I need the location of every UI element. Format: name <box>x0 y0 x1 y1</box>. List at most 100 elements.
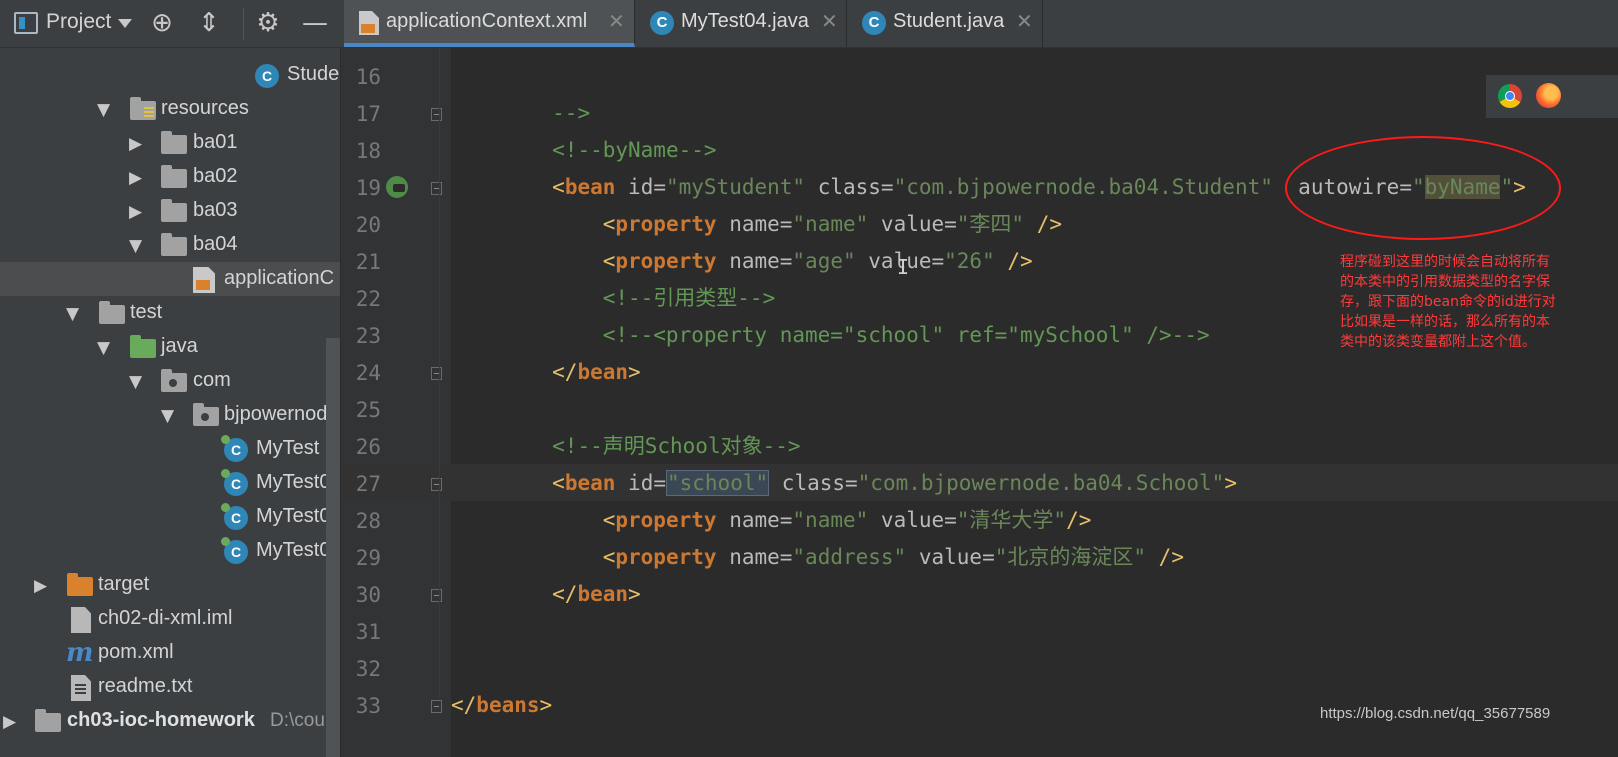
chevron-down-icon[interactable]: ▼ <box>97 338 110 358</box>
chevron-right-icon[interactable]: ▶ <box>129 202 142 222</box>
fold-marker[interactable] <box>431 108 442 121</box>
tree-item-label: ch02-di-xml.iml <box>98 607 233 629</box>
module-folder-icon <box>35 709 61 732</box>
chevron-down-icon[interactable]: ▼ <box>129 236 142 256</box>
tree-item-target[interactable]: ▶ target <box>0 568 340 602</box>
tree-item-ba03[interactable]: ▶ ba03 <box>0 194 340 228</box>
fold-marker[interactable] <box>431 367 442 380</box>
tab-label: Student.java <box>893 10 1005 32</box>
tree-item-iml[interactable]: ch02-di-xml.iml <box>0 602 340 636</box>
line-number: 31 <box>355 620 381 644</box>
xml-value: "李四" <box>956 212 1025 236</box>
tree-item-ba02[interactable]: ▶ ba02 <box>0 160 340 194</box>
xml-value: "com.bjpowernode.ba04.School" <box>857 471 1225 495</box>
chrome-icon[interactable] <box>1498 84 1522 108</box>
tab-mytest04-java[interactable]: C MyTest04.java ✕ <box>636 0 847 47</box>
locate-icon[interactable]: ⊕ <box>147 8 177 38</box>
line-number: 22 <box>355 287 381 311</box>
chevron-down-icon[interactable]: ▼ <box>161 406 174 426</box>
xml-attr: name= <box>729 249 793 273</box>
close-icon[interactable]: ✕ <box>821 9 838 33</box>
chevron-down-icon[interactable]: ▼ <box>129 372 142 392</box>
tree-item-path: D:\cour <box>270 710 332 731</box>
code-line-20: <property name="name" value="李四" /> <box>602 212 1063 236</box>
tree-item-mytest[interactable]: C MyTest <box>0 432 340 466</box>
chevron-down-icon[interactable]: ▼ <box>97 100 110 120</box>
tree-item-label: MyTest <box>256 437 320 459</box>
tab-applicationcontext-xml[interactable]: applicationContext.xml ✕ <box>344 0 635 47</box>
code-line-18: <!--byName--> <box>451 132 717 169</box>
tree-item-label: java <box>161 335 198 357</box>
package-icon <box>193 403 219 426</box>
gear-icon[interactable]: ⚙ <box>253 8 283 38</box>
tab-student-java[interactable]: C Student.java ✕ <box>848 0 1043 47</box>
spring-bean-icon[interactable] <box>386 176 408 198</box>
fold-marker[interactable] <box>431 182 442 195</box>
minimize-icon[interactable]: — <box>300 8 330 38</box>
text-file-icon <box>71 675 91 701</box>
code-line-21: <property name="age" value="26" /> <box>602 249 1033 273</box>
folder-icon <box>161 199 187 222</box>
line-number: 21 <box>355 250 381 274</box>
chevron-down-icon[interactable]: ▼ <box>66 304 79 324</box>
tree-item-label: applicationC <box>224 267 335 289</box>
tree-item-ch03[interactable]: ▶ ch03-ioc-homework D:\cour <box>0 704 340 738</box>
xml-value: "清华大学" <box>956 508 1067 532</box>
line-number: 28 <box>355 509 381 533</box>
collapse-all-icon[interactable]: ⇕ <box>194 8 224 38</box>
top-bar: Project ⊕ ⇕ ⚙ — applicationContext.xml ✕… <box>0 0 1618 48</box>
annotation-ellipse <box>1285 136 1561 240</box>
chevron-right-icon[interactable]: ▶ <box>34 576 47 596</box>
folder-icon <box>161 233 187 256</box>
tree-item-ba04[interactable]: ▼ ba04 <box>0 228 340 262</box>
line-number: 23 <box>355 324 381 348</box>
xml-attr: id= <box>628 175 666 199</box>
folder-icon <box>161 165 187 188</box>
tree-item-applicationcontext[interactable]: applicationC <box>0 262 340 296</box>
text-cursor-icon: I <box>897 255 910 279</box>
package-icon <box>161 369 187 392</box>
code-comment: <!--byName--> <box>552 138 717 162</box>
test-source-folder-icon <box>130 335 156 358</box>
tree-item-bjpowernode[interactable]: ▼ bjpowernode <box>0 398 340 432</box>
tree-item-resources[interactable]: ▼ resources <box>0 92 340 126</box>
xml-tag: bean <box>564 471 616 495</box>
tree-item-label: bjpowernode <box>224 403 339 425</box>
fold-marker[interactable] <box>431 478 442 491</box>
chevron-down-icon[interactable] <box>118 19 132 28</box>
xml-value: "age" <box>792 249 856 273</box>
divider <box>243 8 244 40</box>
code-comment: <!--<property name="school" ref="mySchoo… <box>602 323 1210 347</box>
chevron-right-icon[interactable]: ▶ <box>129 168 142 188</box>
line-number: 25 <box>355 398 381 422</box>
tree-item-label: com <box>193 369 231 391</box>
close-icon[interactable]: ✕ <box>608 9 625 33</box>
line-number: 29 <box>355 546 381 570</box>
tree-item-readme[interactable]: readme.txt <box>0 670 340 704</box>
code-comment: <!--声明School对象--> <box>552 434 801 458</box>
tree-scrollbar[interactable] <box>326 338 340 757</box>
tree-item-student[interactable]: C Stude <box>0 58 340 92</box>
xml-attr: class= <box>781 471 858 495</box>
maven-icon: m <box>66 638 94 668</box>
fold-marker[interactable] <box>431 700 442 713</box>
tree-item-java[interactable]: ▼ java <box>0 330 340 364</box>
chevron-right-icon[interactable]: ▶ <box>3 712 16 732</box>
tree-item-pom[interactable]: m pom.xml <box>0 636 340 670</box>
tree-item-test[interactable]: ▼ test <box>0 296 340 330</box>
code-line-23: <!--<property name="school" ref="mySchoo… <box>451 317 1210 354</box>
folder-icon <box>99 301 125 324</box>
tree-item-mytest02[interactable]: C MyTest02 <box>0 466 340 500</box>
java-class-icon: C <box>862 11 886 35</box>
chevron-right-icon[interactable]: ▶ <box>129 134 142 154</box>
tree-item-com[interactable]: ▼ com <box>0 364 340 398</box>
xml-tag: bean <box>564 175 616 199</box>
close-icon[interactable]: ✕ <box>1016 9 1033 33</box>
project-panel-title[interactable]: Project <box>46 10 111 34</box>
firefox-icon[interactable] <box>1536 83 1561 108</box>
tree-item-mytest03[interactable]: C MyTest03 <box>0 500 340 534</box>
tree-item-mytest04[interactable]: C MyTest04 <box>0 534 340 568</box>
java-class-icon: C <box>255 64 279 88</box>
tree-item-ba01[interactable]: ▶ ba01 <box>0 126 340 160</box>
fold-marker[interactable] <box>431 589 442 602</box>
